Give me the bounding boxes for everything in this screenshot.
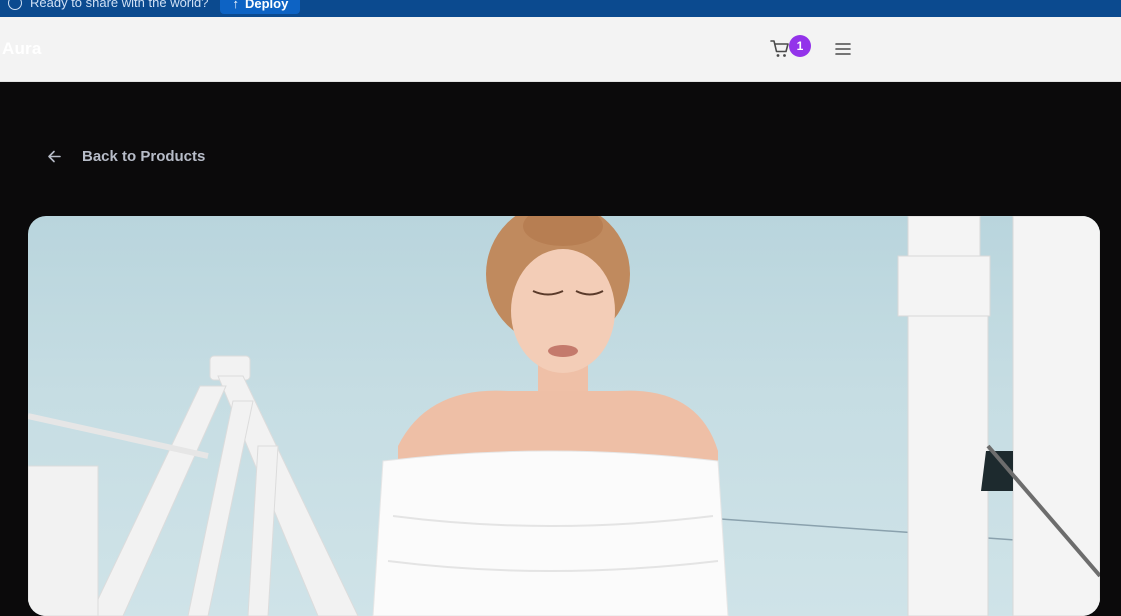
cart-button[interactable] [769, 39, 791, 59]
cart-count-badge: 1 [789, 35, 811, 57]
logo[interactable]: Aura [2, 39, 42, 59]
menu-button[interactable] [834, 41, 852, 57]
upload-icon: ↑ [232, 0, 239, 11]
deploy-banner: Ready to share with the world? ↑ Deploy [0, 0, 1121, 17]
site-header: Aura 1 [0, 17, 1121, 82]
back-to-products-link[interactable]: Back to Products [46, 148, 205, 165]
arrow-left-icon [48, 150, 61, 163]
banner-text: Ready to share with the world? [30, 0, 209, 10]
info-circle-icon [8, 0, 22, 10]
deploy-label: Deploy [244, 0, 289, 11]
shopping-cart-icon [770, 40, 789, 57]
hamburger-menu-icon [835, 43, 851, 55]
back-label: Back to Products [82, 148, 206, 165]
product-photo-illustration [28, 216, 1100, 616]
product-image [28, 216, 1100, 616]
deploy-button[interactable]: ↑ Deploy [220, 0, 301, 14]
